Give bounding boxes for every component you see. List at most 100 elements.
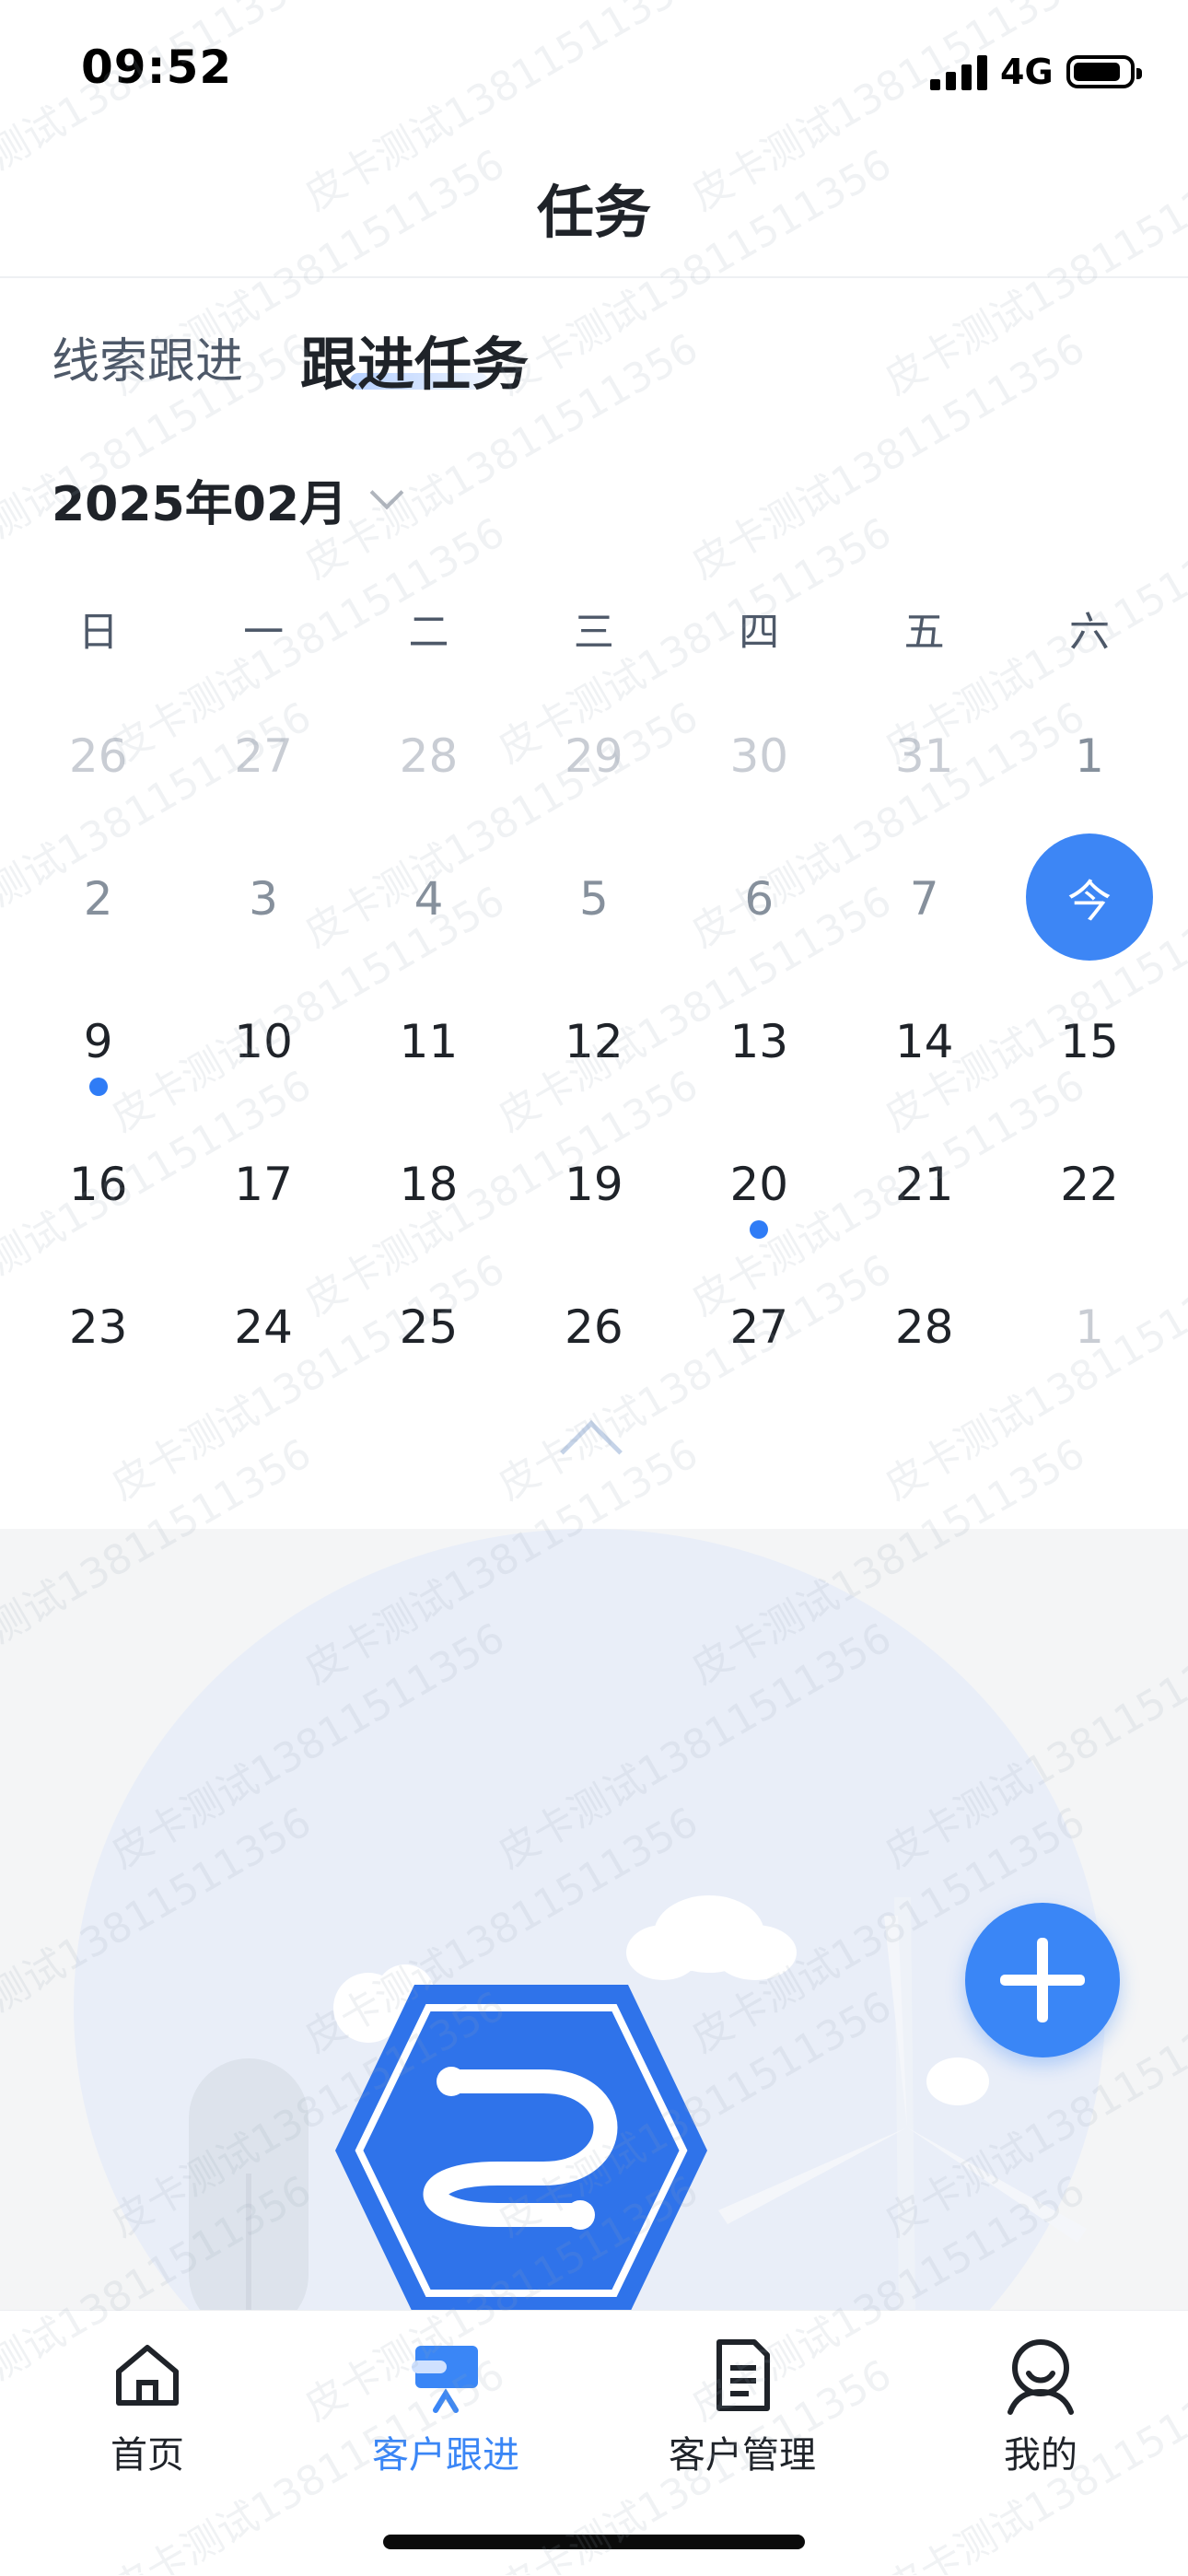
signal-icon [930, 55, 987, 90]
calendar-day[interactable]: 31 [842, 682, 1007, 824]
day-number: 1 [1075, 1300, 1104, 1354]
day-number: 21 [894, 1158, 954, 1211]
day-number: 19 [565, 1158, 623, 1211]
user-icon [1007, 2339, 1074, 2415]
calendar-day[interactable]: 30 [677, 682, 842, 824]
weekday-label: 四 [739, 609, 780, 656]
tabbar-label: 首页 [111, 2434, 184, 2477]
battery-icon [1066, 55, 1142, 88]
tabbar-label: 我的 [1004, 2434, 1077, 2477]
calendar-day[interactable]: 16 [16, 1110, 181, 1253]
calendar-day[interactable]: 2 [16, 824, 181, 967]
calendar-week-row: 23 24 25 26 27 28 1 [16, 1253, 1172, 1395]
calendar-day[interactable]: 23 [16, 1253, 181, 1395]
chevron-up-icon[interactable] [560, 1420, 623, 1483]
day-number: 5 [578, 872, 609, 926]
day-number: 15 [1060, 1015, 1119, 1068]
calendar-day[interactable]: 1 [1007, 682, 1171, 824]
day-number: 10 [234, 1015, 293, 1068]
calendar-day[interactable]: 18 [346, 1110, 511, 1253]
calendar-day[interactable]: 7 [842, 824, 1007, 967]
day-number: 4 [413, 872, 444, 926]
tabbar-item-customer-follow[interactable]: 客户跟进 [335, 2333, 556, 2478]
calendar-day[interactable]: 4 [346, 824, 511, 967]
nav-divider [0, 276, 1188, 278]
day-number: 2 [83, 872, 113, 926]
day-number: 3 [249, 872, 278, 926]
calendar-grid: 26272829303112345678今9101112131415161718… [16, 682, 1172, 1395]
calendar-day[interactable]: 27 [181, 682, 345, 824]
calendar-day[interactable]: 21 [842, 1110, 1007, 1253]
day-number: 9 [83, 1015, 113, 1068]
day-number: 22 [1060, 1158, 1119, 1211]
day-number: 17 [234, 1158, 293, 1211]
status-bar: 09:52 4G [0, 0, 1188, 138]
day-number: 12 [565, 1015, 623, 1068]
calendar-day[interactable]: 22 [1007, 1110, 1171, 1253]
weekday-label: 五 [903, 609, 945, 656]
home-icon [116, 2345, 179, 2406]
tabbar-item-home[interactable]: 首页 [37, 2333, 258, 2478]
month-picker[interactable]: 2025年02月 [52, 465, 404, 534]
day-number: 11 [399, 1015, 459, 1068]
day-number: 26 [68, 729, 128, 783]
presentation-icon [412, 2346, 478, 2413]
calendar-day[interactable]: 29 [511, 682, 676, 824]
day-number: 30 [729, 729, 789, 783]
today-marker: 今 [1026, 833, 1154, 961]
tabbar-item-customer-manage[interactable]: 客户管理 [632, 2333, 853, 2478]
chevron-down-icon [369, 475, 404, 509]
tabbar-label: 客户管理 [669, 2434, 816, 2477]
calendar-day[interactable]: 5 [511, 824, 676, 967]
calendar-day[interactable]: 26 [16, 682, 181, 824]
weekday-label: 一 [243, 609, 285, 656]
page-title: 任务 [536, 179, 651, 246]
add-task-button[interactable] [965, 1903, 1120, 2057]
day-number: 28 [399, 729, 459, 783]
day-number: 1 [1075, 729, 1104, 783]
watermark-text: 皮卡测试13811511356 [682, 324, 1093, 589]
tab-clue-follow[interactable]: 线索跟进 [52, 322, 243, 391]
calendar-day-today[interactable]: 8今 [1007, 824, 1171, 967]
task-dot-indicator [88, 1078, 108, 1096]
calendar-day[interactable]: 28 [346, 682, 511, 824]
calendar-day[interactable]: 26 [511, 1253, 676, 1395]
day-number: 18 [399, 1158, 459, 1211]
weekday-label: 三 [573, 609, 614, 656]
day-number: 27 [729, 1300, 789, 1354]
document-icon [716, 2339, 770, 2411]
calendar-day[interactable]: 9 [16, 967, 181, 1110]
day-number: 24 [234, 1300, 293, 1354]
tab-follow-task[interactable]: 跟进任务 [300, 318, 529, 401]
calendar-day[interactable]: 27 [677, 1253, 842, 1395]
calendar-day[interactable]: 25 [346, 1253, 511, 1395]
calendar-day[interactable]: 17 [181, 1110, 345, 1253]
calendar-day[interactable]: 1 [1007, 1253, 1171, 1395]
weekday-label: 六 [1069, 609, 1111, 656]
home-indicator [383, 2535, 805, 2549]
calendar-day[interactable]: 11 [346, 967, 511, 1110]
calendar-day[interactable]: 28 [842, 1253, 1007, 1395]
calendar-day[interactable]: 24 [181, 1253, 345, 1395]
calendar-day[interactable]: 3 [181, 824, 345, 967]
day-number: 31 [894, 729, 954, 783]
day-number: 23 [68, 1300, 128, 1354]
calendar-week-row: 9 10 11 12 13 14 15 [16, 967, 1172, 1110]
month-label: 2025年02月 [52, 477, 348, 532]
day-number: 27 [234, 729, 293, 783]
day-number: 16 [68, 1158, 128, 1211]
calendar-day[interactable]: 12 [511, 967, 676, 1110]
calendar-day[interactable]: 14 [842, 967, 1007, 1110]
calendar-day[interactable]: 20 [677, 1110, 842, 1253]
calendar-day[interactable]: 6 [677, 824, 842, 967]
day-number: 14 [894, 1015, 954, 1068]
tabbar-item-mine[interactable]: 我的 [930, 2333, 1151, 2478]
calendar-day[interactable]: 10 [181, 967, 345, 1110]
calendar-day[interactable]: 15 [1007, 967, 1171, 1110]
weekday-label: 二 [408, 609, 449, 656]
day-number: 28 [894, 1300, 954, 1354]
day-number: 13 [729, 1015, 789, 1068]
calendar-day[interactable]: 19 [511, 1110, 676, 1253]
calendar-day[interactable]: 13 [677, 967, 842, 1110]
weekday-header: 日 一 二 三 四 五 六 [16, 599, 1172, 658]
